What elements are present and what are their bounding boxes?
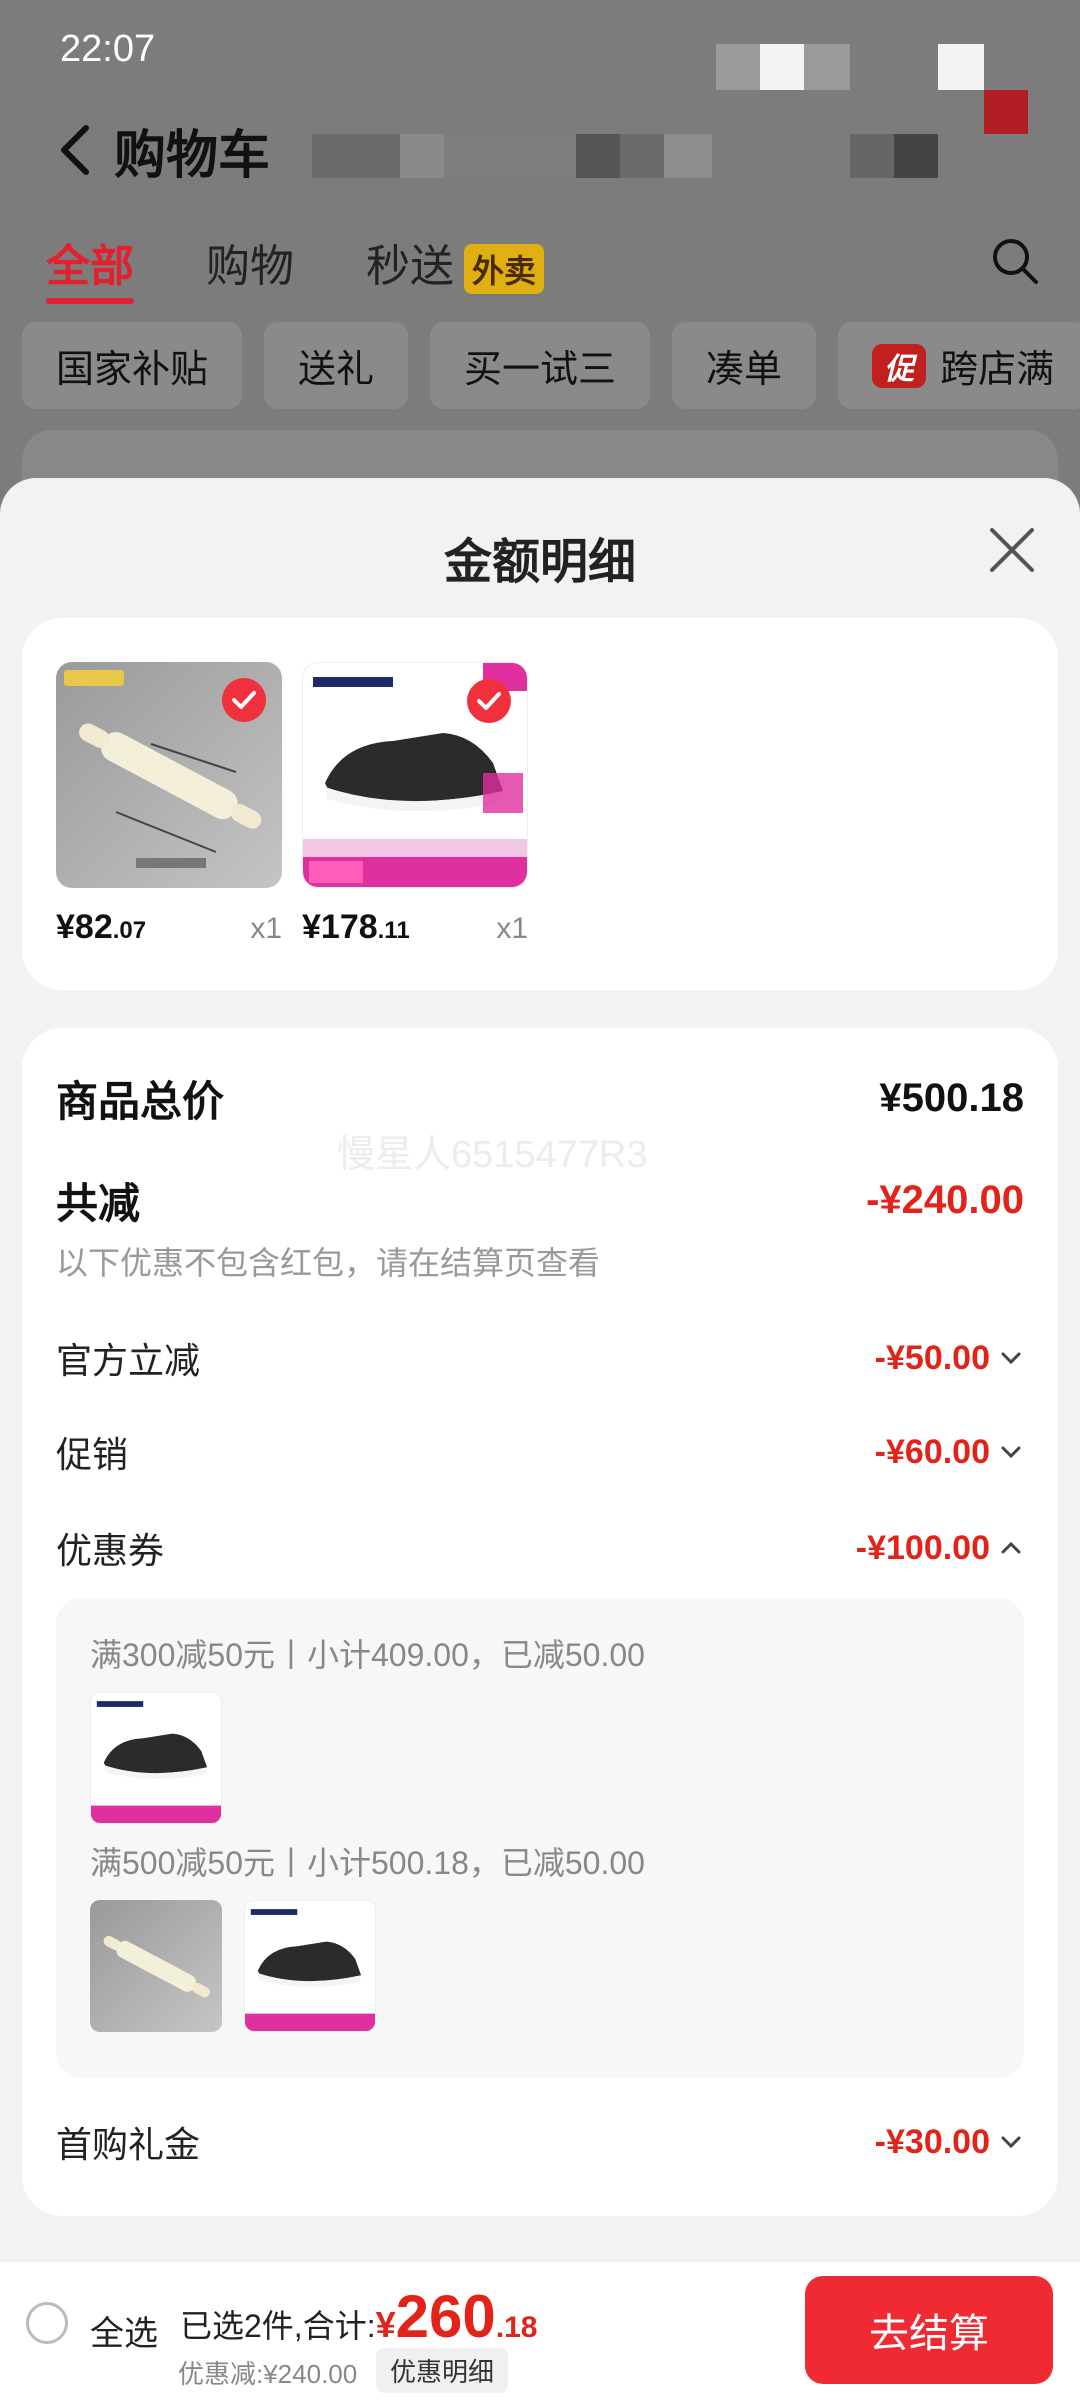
gift-amount: -¥30.00 bbox=[874, 2122, 990, 2161]
product-price: ¥178.11 bbox=[302, 908, 410, 947]
reduce-label: 共减 bbox=[56, 1180, 141, 1227]
tab-all[interactable]: 全部 bbox=[46, 230, 134, 305]
chip-subsidy[interactable]: 国家补贴 bbox=[22, 322, 243, 409]
discount-amount: -¥50.00 bbox=[874, 1338, 990, 1377]
discount-row-official[interactable]: 官方立减 -¥50.00 bbox=[56, 1332, 1024, 1384]
coupon-line: 满300减50元丨小计409.00，已减50.00 bbox=[90, 1637, 645, 1673]
takeout-badge: 外卖 bbox=[464, 244, 545, 295]
total-currency: ¥ bbox=[375, 2304, 396, 2345]
total-amount-dec: .18 bbox=[495, 2311, 538, 2344]
notification-icon bbox=[984, 90, 1028, 134]
chevron-down-icon bbox=[1001, 1446, 1021, 1459]
total-amount-int: 260 bbox=[395, 2283, 496, 2350]
chip-cross-store[interactable]: 促跨店满 bbox=[838, 322, 1080, 409]
product-price: ¥82.07 bbox=[56, 908, 146, 947]
tab-instant-label: 秒送 bbox=[366, 242, 454, 291]
gift-value: -¥30.00 bbox=[875, 2123, 1024, 2162]
chip-label: 凑单 bbox=[706, 349, 783, 391]
coupon-item-rolling-pin bbox=[90, 1900, 222, 2032]
pixelated-menu bbox=[850, 134, 938, 178]
page-title: 购物车 bbox=[114, 126, 271, 185]
shoe-thumbnail bbox=[91, 1701, 221, 1823]
status-icons bbox=[716, 44, 850, 90]
tab-shopping[interactable]: 购物 bbox=[206, 230, 294, 294]
coupon-item-shoe bbox=[244, 1900, 376, 2032]
product-item[interactable]: ¥82.07 x1 bbox=[56, 662, 282, 946]
header: 购物车 bbox=[56, 110, 270, 190]
selected-products-card: ¥82.07 x1 ¥178.11 x1 bbox=[22, 618, 1058, 990]
checked-icon bbox=[222, 678, 266, 722]
background-page: 22:07 购物车 全部 购物 秒送 外卖 国家补贴 送礼 买一试三 凑单 促跨店… bbox=[0, 0, 1080, 510]
reduce-value: -¥240.00 bbox=[866, 1178, 1024, 1222]
selected-count-text: 已选2件,合计: bbox=[180, 2308, 376, 2344]
coupon-breakdown: 满300减50元丨小计409.00，已减50.00 满500减50元丨小计500… bbox=[56, 1598, 1024, 2078]
gift-label: 首购礼金 bbox=[56, 2124, 201, 2165]
discount-value: -¥100.00 bbox=[856, 1529, 1024, 1568]
discount-row-promo[interactable]: 促销 -¥60.00 bbox=[56, 1426, 1024, 1478]
product-qty: x1 bbox=[496, 912, 528, 945]
tab-instant[interactable]: 秒送 外卖 bbox=[366, 230, 545, 295]
checked-icon bbox=[467, 679, 511, 723]
product-item[interactable]: ¥178.11 x1 bbox=[302, 662, 528, 946]
product-image-shoe bbox=[302, 662, 528, 888]
amount-detail-sheet: 金额明细 ¥82.07 x1 ¥178.11 x1 慢星人6515477R3 商… bbox=[0, 478, 1080, 2400]
reduce-row: 共减 -¥240.00 bbox=[56, 1170, 1024, 1231]
chevron-up-icon bbox=[1001, 1541, 1021, 1554]
chevron-down-icon bbox=[1001, 2136, 1021, 2149]
price-int: ¥82 bbox=[56, 908, 113, 946]
total-row: 商品总价 ¥500.18 bbox=[56, 1068, 1024, 1129]
discount-detail-button[interactable]: 优惠明细 bbox=[376, 2348, 509, 2393]
discount-value: -¥50.00 bbox=[875, 1339, 1024, 1378]
discount-label: 优惠券 bbox=[56, 1530, 165, 1571]
total-summary: 已选2件,合计:¥260.18 bbox=[180, 2282, 537, 2351]
chip-label: 送礼 bbox=[298, 349, 375, 391]
price-dec: .07 bbox=[112, 917, 147, 944]
pixelated-address bbox=[312, 134, 712, 178]
product-qty: x1 bbox=[250, 912, 282, 945]
chevron-down-icon bbox=[1001, 1352, 1021, 1365]
select-all-label[interactable]: 全选 bbox=[90, 2306, 158, 2355]
chip-label: 跨店满 bbox=[940, 349, 1055, 391]
price-int: ¥178 bbox=[302, 908, 378, 946]
saved-amount: 优惠减:¥240.00 bbox=[178, 2359, 358, 2389]
filter-chips: 国家补贴 送礼 买一试三 凑单 促跨店满 bbox=[22, 322, 1080, 409]
checkout-button[interactable]: 去结算 bbox=[805, 2276, 1053, 2384]
checkout-bar: 全选 已选2件,合计:¥260.18 优惠减:¥240.00 优惠明细 去结算 bbox=[0, 2262, 1080, 2400]
product-image-rolling-pin bbox=[56, 662, 282, 888]
close-icon[interactable] bbox=[984, 522, 1040, 578]
coupon-item-shoe bbox=[90, 1692, 222, 1824]
discount-row-gift[interactable]: 首购礼金 -¥30.00 bbox=[56, 2116, 1024, 2168]
discount-amount: -¥100.00 bbox=[855, 1528, 990, 1567]
category-tabs: 全部 购物 秒送 外卖 bbox=[46, 230, 616, 305]
reduce-note: 以下优惠不包含红包，请在结算页查看 bbox=[56, 1245, 601, 1281]
chip-try[interactable]: 买一试三 bbox=[430, 322, 651, 409]
search-icon[interactable] bbox=[990, 236, 1040, 286]
battery-icon bbox=[938, 44, 984, 90]
chip-bundle[interactable]: 凑单 bbox=[672, 322, 817, 409]
shoe-thumbnail bbox=[245, 1909, 375, 2031]
chip-label: 买一试三 bbox=[464, 349, 617, 391]
status-time: 22:07 bbox=[60, 28, 156, 70]
discount-value: -¥60.00 bbox=[875, 1433, 1024, 1472]
price-dec: .11 bbox=[377, 917, 410, 944]
select-all-radio[interactable] bbox=[26, 2302, 68, 2344]
back-arrow-icon[interactable] bbox=[56, 120, 96, 180]
price-detail-card: 慢星人6515477R3 商品总价 ¥500.18 共减 -¥240.00 以下… bbox=[22, 1028, 1058, 2216]
total-value: ¥500.18 bbox=[879, 1076, 1024, 1120]
chip-label: 国家补贴 bbox=[56, 349, 209, 391]
sheet-title: 金额明细 bbox=[443, 536, 636, 589]
promo-icon: 促 bbox=[872, 343, 927, 388]
discount-label: 官方立减 bbox=[56, 1340, 201, 1381]
total-label: 商品总价 bbox=[56, 1078, 225, 1125]
discount-label: 促销 bbox=[56, 1434, 129, 1475]
discount-amount: -¥60.00 bbox=[874, 1432, 990, 1471]
rolling-pin-thumbnail bbox=[103, 1935, 210, 1998]
coupon-line: 满500减50元丨小计500.18，已减50.00 bbox=[90, 1845, 645, 1881]
chip-gift[interactable]: 送礼 bbox=[264, 322, 409, 409]
discount-row-coupon[interactable]: 优惠券 -¥100.00 bbox=[56, 1522, 1024, 1574]
